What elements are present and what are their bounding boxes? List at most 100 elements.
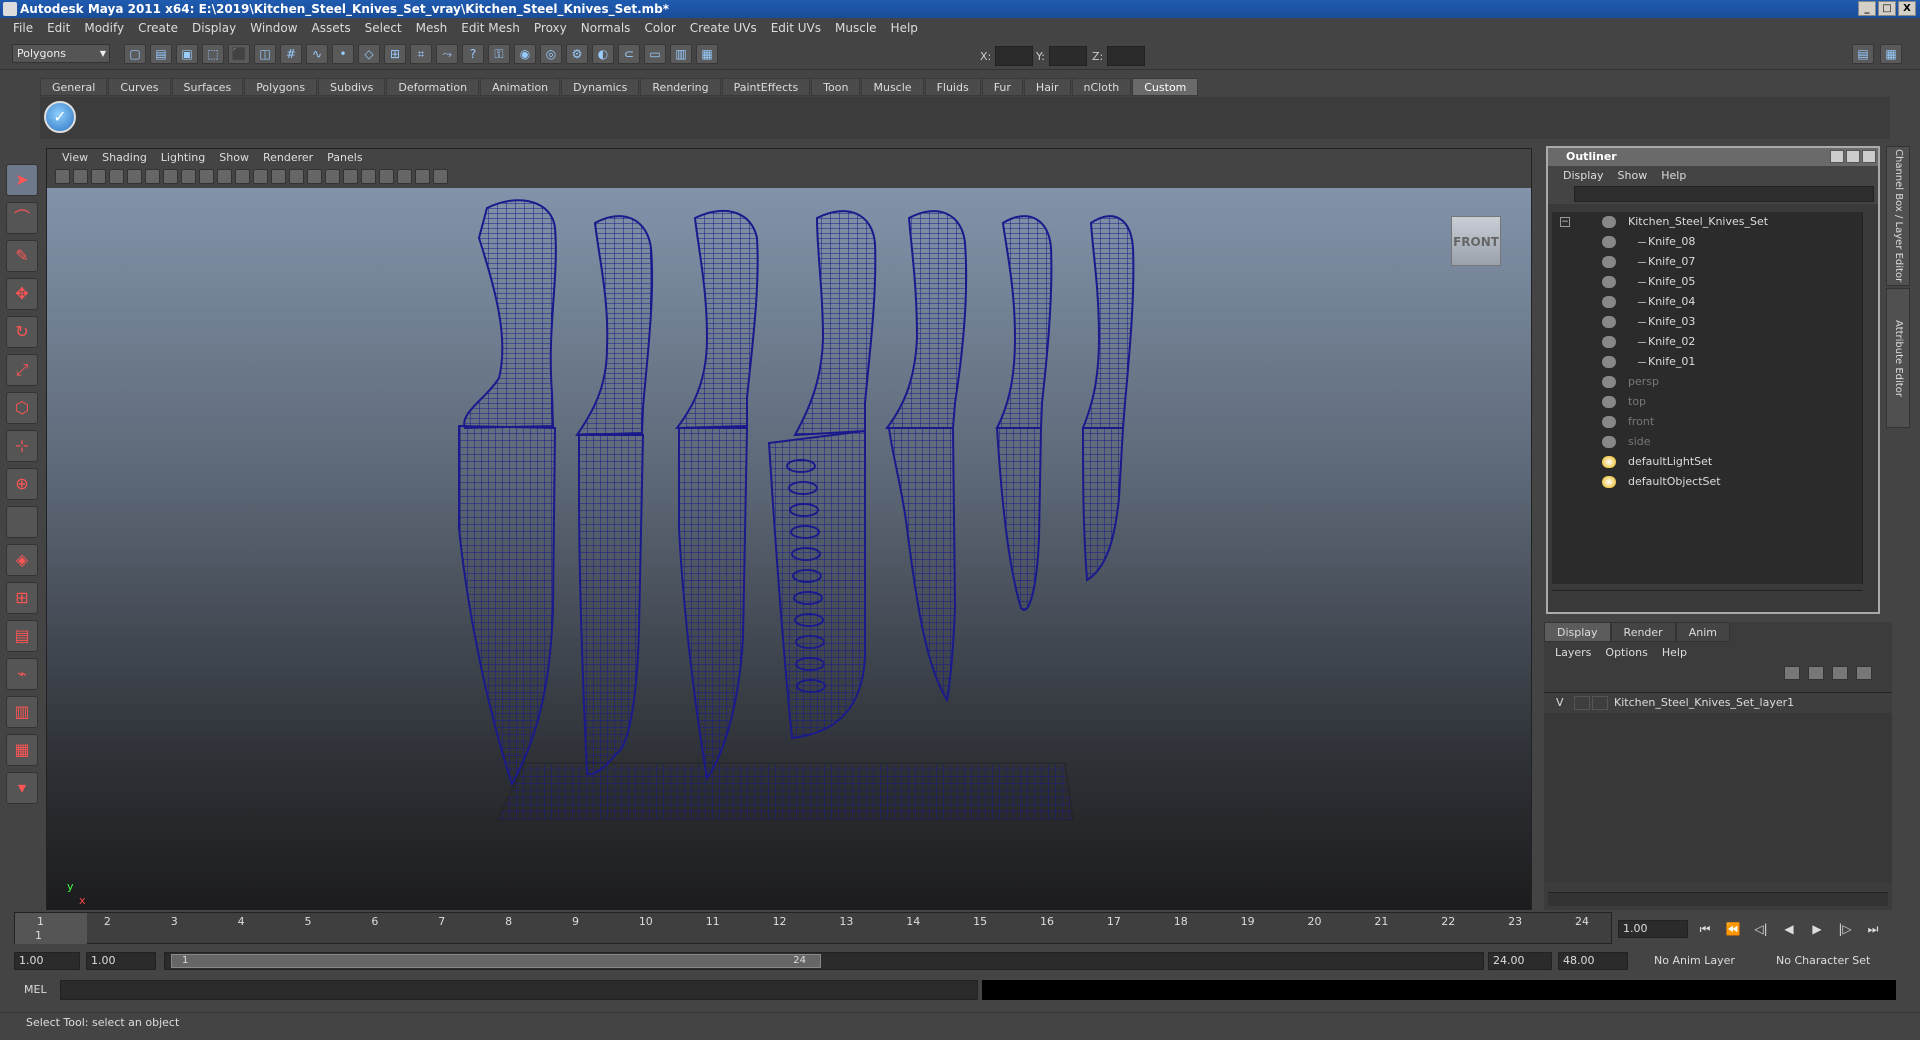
layer-row[interactable]: V Kitchen_Steel_Knives_Set_layer1: [1544, 693, 1892, 713]
snap-curve-icon[interactable]: ∿: [306, 44, 328, 64]
grid-toggle-icon[interactable]: [127, 168, 142, 184]
layer-color-swatch[interactable]: [1592, 696, 1608, 710]
make-live-icon[interactable]: ⊞: [384, 44, 406, 64]
show-hide-attribute-editor-icon[interactable]: ▤: [1852, 44, 1874, 64]
menu-create-uvs[interactable]: Create UVs: [683, 21, 764, 35]
viewport-menu-view[interactable]: View: [55, 151, 95, 164]
outliner-horizontal-scrollbar[interactable]: [1552, 590, 1862, 604]
outliner-maximize-button[interactable]: [1846, 150, 1860, 163]
step-back-key-icon[interactable]: ⏪: [1722, 920, 1744, 938]
four-view-layout-icon[interactable]: ⊞: [6, 582, 38, 614]
outliner-item-defaultlightset[interactable]: defaultLightSet: [1552, 452, 1862, 472]
viewport-menu-renderer[interactable]: Renderer: [256, 151, 320, 164]
layer-horizontal-scrollbar[interactable]: [1548, 892, 1888, 906]
shadows-icon[interactable]: [343, 168, 358, 184]
help-query-icon[interactable]: ?: [462, 44, 484, 64]
y-input[interactable]: [1048, 46, 1087, 66]
move-tool-icon[interactable]: ✥: [6, 278, 38, 310]
channel-box-icon[interactable]: ▥: [670, 44, 692, 64]
playback-start-field[interactable]: 1.00: [86, 952, 156, 970]
select-tool-icon[interactable]: ➤: [6, 164, 38, 196]
hypershade-persp-layout-icon[interactable]: ▥: [6, 696, 38, 728]
playback-end-field[interactable]: 24.00: [1488, 952, 1552, 970]
layer-menu-options[interactable]: Options: [1598, 646, 1654, 659]
create-empty-layer-icon[interactable]: [1832, 666, 1848, 680]
layer-tab-render[interactable]: Render: [1610, 622, 1676, 642]
bookmarks-icon[interactable]: [91, 168, 106, 184]
shelf-tab-general[interactable]: General: [40, 78, 108, 96]
menu-file[interactable]: File: [6, 21, 40, 35]
soft-mod-tool-icon[interactable]: ⊹: [6, 430, 38, 462]
lasso-tool-icon[interactable]: ⌒: [6, 202, 38, 234]
isolate-select-icon[interactable]: [379, 168, 394, 184]
resolution-gate-icon[interactable]: [163, 168, 178, 184]
custom-shelf-checkmark-icon[interactable]: ✓: [44, 101, 76, 133]
attribute-editor-icon[interactable]: ▦: [696, 44, 718, 64]
menu-muscle[interactable]: Muscle: [828, 21, 884, 35]
snap-grid-icon[interactable]: #: [280, 44, 302, 64]
layer-menu-help[interactable]: Help: [1655, 646, 1694, 659]
film-gate-icon[interactable]: [145, 168, 160, 184]
select-component-icon[interactable]: ◫: [254, 44, 276, 64]
z-input[interactable]: [1107, 46, 1146, 66]
wireframe-shading-icon[interactable]: [253, 168, 268, 184]
magnet-icon[interactable]: ⊂: [618, 44, 640, 64]
anim-layer-select[interactable]: No Anim Layer: [1648, 952, 1756, 970]
outliner-item-knife-07[interactable]: Knife_07: [1552, 252, 1862, 272]
textured-icon[interactable]: [307, 168, 322, 184]
menu-window[interactable]: Window: [243, 21, 304, 35]
scale-tool-icon[interactable]: ⤢: [6, 354, 38, 386]
snap-view-plane-icon[interactable]: ◇: [358, 44, 380, 64]
new-scene-icon[interactable]: ▢: [124, 44, 146, 64]
step-back-frame-icon[interactable]: ◁|: [1750, 920, 1772, 938]
field-chart-icon[interactable]: [199, 168, 214, 184]
play-forward-icon[interactable]: ▶: [1806, 920, 1828, 938]
shelf-tab-curves[interactable]: Curves: [108, 78, 171, 96]
outliner-graph-layout-icon[interactable]: ▦: [6, 734, 38, 766]
shelf-tab-hair[interactable]: Hair: [1023, 78, 1071, 96]
render-view-icon[interactable]: ▭: [644, 44, 666, 64]
backface-culling-icon[interactable]: [433, 168, 448, 184]
outliner-menu-display[interactable]: Display: [1556, 169, 1611, 182]
open-scene-icon[interactable]: ▤: [150, 44, 172, 64]
outliner-minimize-button[interactable]: [1830, 150, 1844, 163]
current-time-field[interactable]: 1.00: [1618, 920, 1688, 938]
manipulator-tool-icon[interactable]: ⬡: [6, 392, 38, 424]
lights-icon[interactable]: [325, 168, 340, 184]
menu-select[interactable]: Select: [358, 21, 409, 35]
outliner-item-root[interactable]: − Kitchen_Steel_Knives_Set: [1552, 212, 1862, 232]
close-button[interactable]: X: [1898, 1, 1916, 16]
snap-point-icon[interactable]: •: [332, 44, 354, 64]
outliner-filter-input[interactable]: [1574, 186, 1874, 202]
menu-edit-mesh[interactable]: Edit Mesh: [454, 21, 527, 35]
play-backward-icon[interactable]: ◀: [1778, 920, 1800, 938]
menu-create[interactable]: Create: [131, 21, 185, 35]
viewport-menu-lighting[interactable]: Lighting: [154, 151, 212, 164]
outliner-persp-layout-icon[interactable]: ▤: [6, 620, 38, 652]
menu-mesh[interactable]: Mesh: [409, 21, 455, 35]
shelf-tab-rendering[interactable]: Rendering: [640, 78, 721, 96]
camera-attributes-icon[interactable]: [73, 168, 88, 184]
shelf-tab-custom[interactable]: Custom: [1132, 78, 1199, 96]
outliner-item-knife-02[interactable]: Knife_02: [1552, 332, 1862, 352]
character-set-select[interactable]: No Character Set: [1770, 952, 1882, 970]
view-cube[interactable]: FRONT: [1451, 216, 1501, 266]
construction-history-icon[interactable]: ⤳: [436, 44, 458, 64]
collapse-icon[interactable]: −: [1560, 217, 1570, 227]
shelf-tab-toon[interactable]: Toon: [811, 78, 861, 96]
start-time-field[interactable]: 1.00: [14, 952, 80, 970]
outliner-vertical-scrollbar[interactable]: [1862, 212, 1874, 584]
xray-joints-icon[interactable]: [415, 168, 430, 184]
layer-tab-anim[interactable]: Anim: [1675, 622, 1730, 642]
outliner-menu-show[interactable]: Show: [1611, 169, 1655, 182]
maximize-button[interactable]: □: [1878, 1, 1896, 16]
safe-action-icon[interactable]: [217, 168, 232, 184]
end-time-field[interactable]: 48.00: [1558, 952, 1628, 970]
single-perspective-layout-icon[interactable]: ◈: [6, 544, 38, 576]
shelf-tab-muscle[interactable]: Muscle: [861, 78, 924, 96]
menu-proxy[interactable]: Proxy: [527, 21, 574, 35]
create-layer-from-selected-icon[interactable]: [1856, 666, 1872, 680]
gate-mask-icon[interactable]: [181, 168, 196, 184]
outliner-item-knife-08[interactable]: Knife_08: [1552, 232, 1862, 252]
shelf-tab-surfaces[interactable]: Surfaces: [171, 78, 244, 96]
